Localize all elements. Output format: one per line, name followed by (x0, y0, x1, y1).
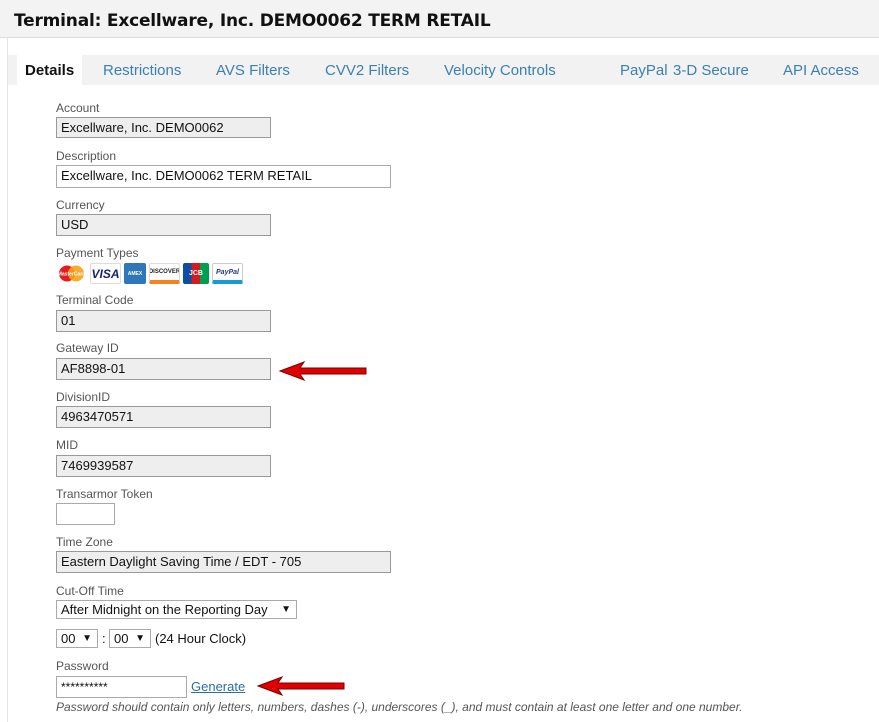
password-arrow-icon (256, 675, 345, 697)
time-separator: : (102, 631, 106, 646)
tab-cvv2-filters[interactable]: CVV2 Filters (325, 55, 409, 85)
title-bar: Terminal: Excellware, Inc. DEMO0062 TERM… (0, 0, 879, 38)
paypal-icon: PayPal (212, 263, 243, 284)
terminal-code-field: 01 (56, 310, 271, 332)
tab-api-access[interactable]: API Access (783, 55, 859, 85)
account-field: Excellware, Inc. DEMO0062 (56, 117, 271, 138)
description-label: Description (56, 149, 117, 163)
mid-field: 7469939587 (56, 455, 271, 477)
password-label: Password (56, 659, 109, 673)
password-field[interactable]: ********** (56, 676, 187, 698)
svg-text:MasterCard: MasterCard (58, 272, 86, 278)
password-hint: Password should contain only letters, nu… (56, 700, 743, 714)
cutoff-minute-value: 00 (114, 631, 129, 646)
transarmor-token-field[interactable] (56, 503, 115, 525)
currency-field: USD (56, 214, 271, 236)
chevron-down-icon: ▼ (82, 633, 92, 644)
terminal-code-label: Terminal Code (56, 293, 134, 307)
cutoff-minute-select[interactable]: 00 ▼ (109, 629, 151, 648)
amex-icon: AMEX (124, 263, 146, 284)
tab-velocity-controls[interactable]: Velocity Controls (444, 55, 556, 85)
visa-icon: VISA (90, 263, 121, 284)
left-stripe (0, 38, 8, 722)
tab-details[interactable]: Details (17, 55, 83, 85)
payment-types-cards: MasterCard VISA AMEX DISCOVER JCB PayPal (56, 263, 243, 285)
time-zone-label: Time Zone (56, 535, 113, 549)
payment-types-label: Payment Types (56, 246, 139, 260)
mid-label: MID (56, 438, 78, 452)
description-field[interactable]: Excellware, Inc. DEMO0062 TERM RETAIL (56, 165, 391, 188)
mastercard-icon: MasterCard (56, 263, 87, 284)
time-zone-field: Eastern Daylight Saving Time / EDT - 705 (56, 551, 391, 573)
chevron-down-icon: ▼ (281, 604, 291, 615)
gateway-id-label: Gateway ID (56, 341, 119, 355)
currency-label: Currency (56, 198, 105, 212)
cutoff-time-label: Cut-Off Time (56, 584, 124, 598)
division-id-label: DivisionID (56, 390, 111, 404)
cutoff-time-value: After Midnight on the Reporting Day (61, 602, 268, 617)
tab-3d-secure[interactable]: 3-D Secure (673, 55, 749, 85)
cutoff-time-select[interactable]: After Midnight on the Reporting Day ▼ (56, 600, 297, 619)
gateway-id-field: AF8898-01 (56, 358, 271, 380)
clock-note: (24 Hour Clock) (155, 631, 247, 646)
tab-bar: Details Restrictions AVS Filters CVV2 Fi… (8, 55, 879, 85)
tab-avs-filters[interactable]: AVS Filters (216, 55, 290, 85)
jcb-icon: JCB (183, 263, 209, 284)
tab-restrictions[interactable]: Restrictions (103, 55, 181, 85)
account-label: Account (56, 101, 100, 115)
page-title: Terminal: Excellware, Inc. DEMO0062 TERM… (14, 11, 491, 31)
cutoff-hour-value: 00 (61, 631, 76, 646)
chevron-down-icon: ▼ (135, 633, 145, 644)
division-id-field: 4963470571 (56, 406, 271, 428)
cutoff-hour-select[interactable]: 00 ▼ (56, 629, 98, 648)
generate-password-link[interactable]: Generate (191, 679, 245, 694)
discover-icon: DISCOVER (149, 263, 180, 284)
tab-paypal[interactable]: PayPal (620, 55, 668, 85)
gateway-arrow-icon (278, 360, 367, 382)
transarmor-token-label: Transarmor Token (56, 487, 153, 501)
